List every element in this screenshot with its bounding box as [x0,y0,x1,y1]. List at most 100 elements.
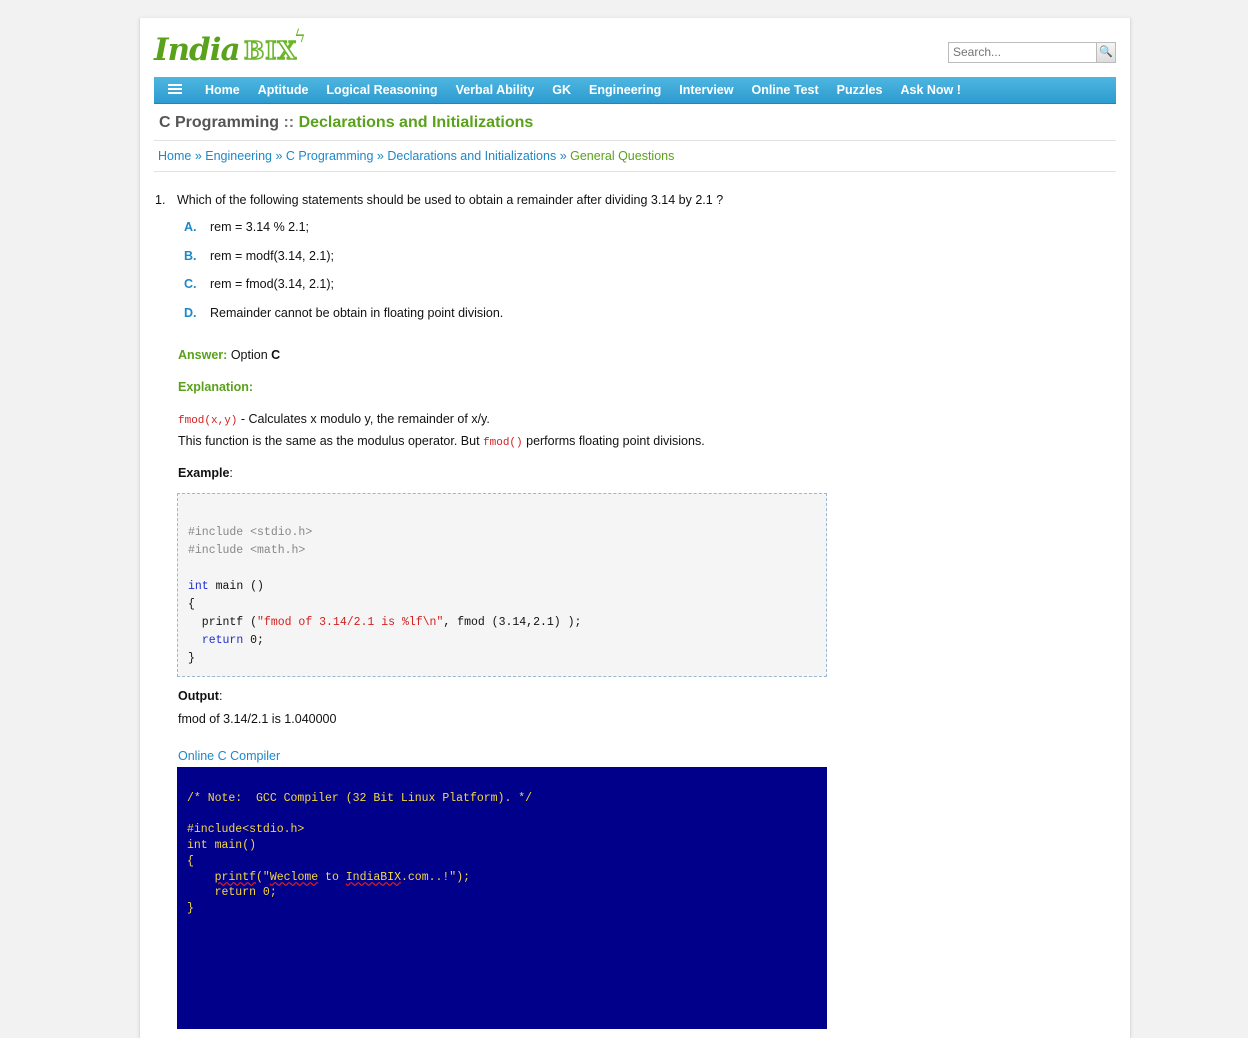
title-separator: :: [279,114,299,131]
nav-item-aptitude[interactable]: Aptitude [258,77,309,103]
nav-item-engineering[interactable]: Engineering [589,77,661,103]
breadcrumb-c-programming[interactable]: C Programming [286,149,374,163]
example-label: Example: [178,466,233,480]
option-letter[interactable]: B. [184,249,210,263]
nav-item-logical-reasoning[interactable]: Logical Reasoning [326,77,437,103]
option-text: Remainder cannot be obtain in floating p… [210,305,504,320]
compiler-line-5c: .com..!"); [400,870,470,884]
search-box: 🔍 [948,42,1116,63]
option-text: rem = 3.14 % 2.1; [210,220,310,234]
answer-label: Answer: [178,348,228,362]
online-compiler-editor[interactable]: /* Note: GCC Compiler (32 Bit Linux Plat… [177,767,827,1029]
breadcrumb-home[interactable]: Home [158,149,191,163]
breadcrumb-current: General Questions [570,149,675,163]
output-value: fmod of 3.14/2.1 is 1.040000 [178,712,337,726]
output-label-colon: : [218,689,223,703]
answer-line: Answer: Option C [178,348,280,362]
nav-item-online-test[interactable]: Online Test [751,77,818,103]
nav-item-verbal-ability[interactable]: Verbal Ability [456,77,535,103]
explanation-text-2a: This function is the same as the modulus… [178,434,484,448]
divider [154,140,1116,141]
search-icon: 🔍 [1099,46,1113,58]
compiler-weclome: Weclome [269,870,319,884]
breadcrumb-separator: » [275,149,283,163]
explanation-text-1: - Calculates x modulo y, the remainder o… [237,412,490,426]
title-subject: C Programming [159,114,280,131]
code-string: "fmod of 3.14/2.1 is %lf\n" [257,616,444,629]
breadcrumb-separator: » [376,149,384,163]
code-keyword-return: return [201,634,244,647]
option-a[interactable]: A. rem = 3.14 % 2.1; [184,220,503,249]
compiler-site: IndiaBIX [345,870,401,884]
explanation-line-1: fmod(x,y) - Calculates x modulo y, the r… [178,412,490,427]
nav-item-ask-now[interactable]: Ask Now ! [900,77,960,103]
code-include-math: #include <math.h> [188,544,306,557]
breadcrumb-declarations[interactable]: Declarations and Initializations [387,149,556,163]
code-main: main () [208,580,264,593]
compiler-printf: printf [214,870,257,884]
option-text: rem = fmod(3.14, 2.1); [210,277,335,292]
question-body: Which of the following statements should… [177,193,724,207]
compiler-line-6: return 0; [187,886,277,900]
code-keyword-int: int [188,580,209,593]
code-open-brace: { [188,598,195,611]
option-letter[interactable]: D. [184,306,210,320]
breadcrumb-separator: » [194,149,202,163]
breadcrumb: Home » Engineering » C Programming » Dec… [158,149,674,163]
nav-item-home[interactable]: Home [205,77,240,103]
main-navbar: Home Aptitude Logical Reasoning Verbal A… [154,77,1116,104]
answer-option: C [271,348,281,362]
option-text: rem = modf(3.14, 2.1); [210,248,335,263]
breadcrumb-separator: » [559,149,567,163]
nav-item-interview[interactable]: Interview [679,77,733,103]
nav-item-gk[interactable]: GK [552,77,571,103]
question-text: 1. Which of the following statements shou… [155,193,723,207]
page-title: C Programming :: Declarations and Initia… [159,114,533,132]
compiler-line-4: { [187,854,194,868]
breadcrumb-engineering[interactable]: Engineering [205,149,272,163]
example-label-text: Example [178,466,230,480]
logo-india-text: India [154,32,241,68]
online-compiler-link[interactable]: Online C Compiler [178,749,280,763]
logo-spark-icon: ϟ [294,26,306,47]
compiler-line-5b: to [318,870,346,884]
answer-options: A. rem = 3.14 % 2.1; B. rem = modf(3.14, 2… [184,220,503,334]
compiler-line-2: #include<stdio.h> [187,823,305,837]
code-printf-args: , fmod (3.14,2.1) ); [443,616,582,629]
example-label-colon: : [229,466,233,480]
explanation-label: Explanation: [178,380,254,394]
explanation-line-2: This function is the same as the modulus… [178,434,705,449]
compiler-line-1: /* Note: GCC Compiler (32 Bit Linux Plat… [187,792,533,805]
compiler-line-7: } [187,901,194,915]
page-container: India BIX ϟ 🔍 Home Aptitude Logical Reas… [139,18,1131,1038]
search-input[interactable] [949,43,1101,60]
hamburger-menu-icon[interactable] [168,84,182,95]
example-code-box: #include <stdio.h> #include <math.h> int… [177,493,827,677]
explanation-code: fmod() [483,437,523,449]
compiler-indent [187,871,215,884]
output-label-text: Output [178,689,219,703]
output-label: Output: [178,689,222,703]
explanation-text-2b: performs floating point divisions. [522,434,705,448]
option-letter[interactable]: C. [184,277,210,291]
compiler-line-5a: (" [256,870,270,884]
compiler-line-3: int main() [187,839,257,853]
divider [154,171,1116,172]
code-return-value: 0; [243,634,264,647]
option-letter[interactable]: A. [184,220,210,234]
title-topic: Declarations and Initializations [298,114,534,131]
option-d[interactable]: D. Remainder cannot be obtain in floating… [184,306,503,335]
code-printf: printf ( [188,616,258,629]
code-close-brace: } [188,652,195,665]
option-b[interactable]: B. rem = modf(3.14, 2.1); [184,249,503,278]
explanation-func: fmod(x,y) [178,415,238,427]
nav-item-puzzles[interactable]: Puzzles [837,77,883,103]
answer-prefix: Option [230,348,268,362]
logo-bix-text: BIX [243,35,298,66]
search-button[interactable]: 🔍 [1096,43,1115,62]
code-include-stdio: #include <stdio.h> [188,526,313,539]
site-logo[interactable]: India BIX ϟ [154,26,314,68]
option-c[interactable]: C. rem = fmod(3.14, 2.1); [184,277,503,306]
question-number: 1. [155,193,166,207]
